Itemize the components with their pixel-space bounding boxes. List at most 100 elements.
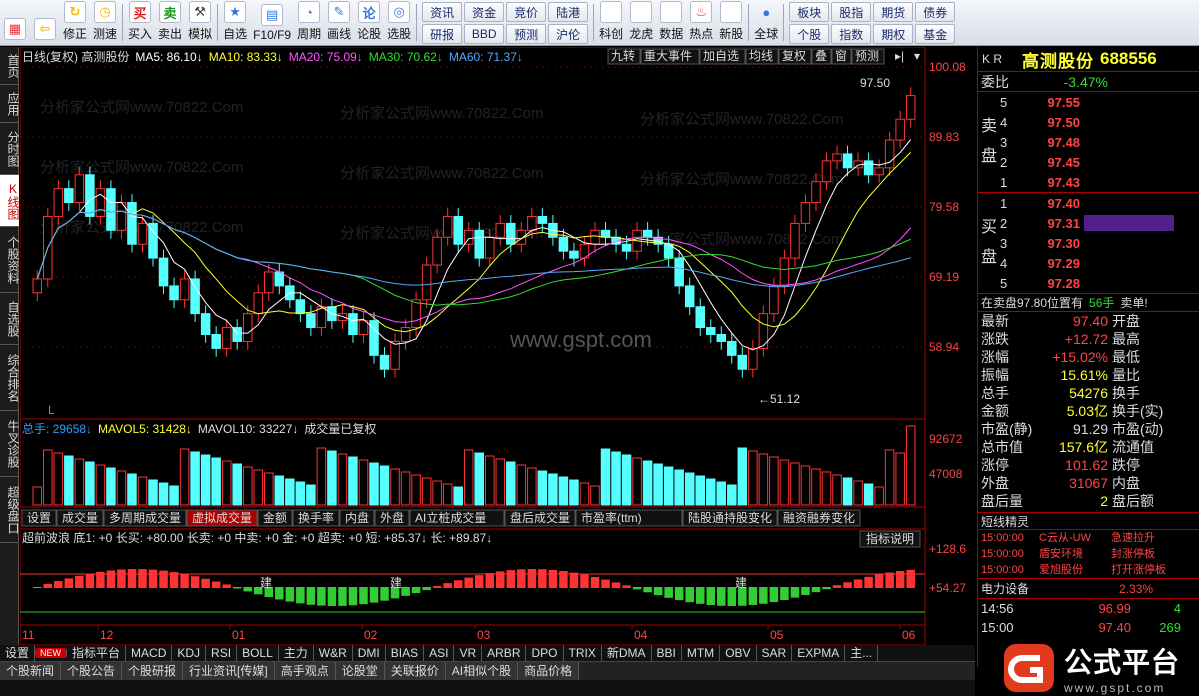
indicator-tab[interactable]: OBV bbox=[720, 645, 757, 661]
toolbar-back-arrow-button[interactable]: ⇦ bbox=[30, 0, 60, 45]
side-tab[interactable]: 分时图 bbox=[0, 123, 20, 175]
side-tab[interactable]: 超级盘口 bbox=[0, 477, 20, 543]
indicator-tab[interactable]: NEW bbox=[35, 648, 68, 658]
news-row[interactable]: 15:00:00 爱旭股份 打开涨停板 bbox=[978, 562, 1199, 578]
side-tab[interactable]: K线图 bbox=[0, 175, 20, 227]
stat-value: 15.61% bbox=[1060, 367, 1108, 383]
news-row[interactable]: 15:00:00 C云从-UW 急速拉升 bbox=[978, 530, 1199, 546]
indicator-tab[interactable]: BIAS bbox=[386, 645, 425, 661]
toolbar-grid-button[interactable]: 资讯 bbox=[422, 2, 463, 22]
news-row[interactable]: 15:00:00 盾安环境 封涨停板 bbox=[978, 546, 1199, 562]
candle-body bbox=[421, 264, 432, 301]
side-tab[interactable]: 自选股 bbox=[0, 293, 20, 345]
side-tab[interactable]: 综合排名 bbox=[0, 345, 20, 411]
toolbar-grid-button[interactable]: 研报 bbox=[422, 24, 463, 44]
indicator-tab[interactable]: ASI bbox=[424, 645, 455, 661]
news-title[interactable]: 短线精灵 bbox=[978, 512, 1199, 530]
toolbar-draw-button[interactable]: ✎ 画线 bbox=[324, 0, 354, 45]
toolbar-grid-button[interactable]: ▦ bbox=[0, 0, 30, 45]
orderbook-row[interactable]: 1 97.40 bbox=[978, 193, 1199, 213]
indicator-tab[interactable]: VR bbox=[454, 645, 483, 661]
toolbar-grid-button[interactable]: BBD bbox=[464, 24, 505, 44]
indicator-bar bbox=[548, 569, 558, 588]
toolbar-globe-button[interactable]: ● 全球 bbox=[751, 0, 781, 45]
toolbar-grid-button[interactable]: 预测 bbox=[506, 24, 547, 44]
info-tab[interactable]: 高手观点 bbox=[274, 662, 336, 680]
chart-canvas[interactable]: 分析家公式网www.70822.Com 分析家公式网www.70822.Com 分析… bbox=[20, 47, 975, 645]
indicator-tab[interactable]: BBI bbox=[652, 645, 682, 661]
indicator-tab[interactable]: W&R bbox=[314, 645, 353, 661]
indicator-tab[interactable]: ARBR bbox=[482, 645, 527, 661]
side-tab[interactable]: 应用 bbox=[0, 85, 20, 123]
indicator-tab[interactable]: 指标平台 bbox=[67, 645, 127, 661]
toolbar-star-button[interactable]: ★ 自选 bbox=[220, 0, 250, 45]
toolbar-hot-button[interactable]: ♨ 热点 bbox=[686, 0, 716, 45]
toolbar-grid-button[interactable]: 债券 bbox=[915, 2, 956, 22]
toolbar-grid-button[interactable]: 基金 bbox=[915, 24, 956, 44]
toolbar-speed-test-button[interactable]: ◷ 测速 bbox=[90, 0, 120, 45]
volume-tab-label: 陆股通持股变化 bbox=[688, 510, 772, 525]
side-tab[interactable]: 牛叉诊股 bbox=[0, 411, 20, 477]
info-tab[interactable]: 关联报价 bbox=[384, 662, 446, 680]
orderbook-row[interactable]: 4 97.50 bbox=[978, 112, 1199, 132]
info-tab[interactable]: 商品价格 bbox=[518, 662, 580, 680]
toolbar-science-board-button[interactable]: ◫ 科创 bbox=[596, 0, 626, 45]
toolbar-buy-button[interactable]: 买买入 bbox=[125, 0, 155, 45]
orderbook-row[interactable]: 3 97.48 bbox=[978, 132, 1199, 152]
kline-chart[interactable]: 分析家公式网www.70822.Com 分析家公式网www.70822.Com 分析… bbox=[20, 47, 975, 645]
indicator-tab[interactable]: 主力 bbox=[279, 645, 314, 661]
toolbar-data-button[interactable]: PE 数据 bbox=[656, 0, 686, 45]
toolbar-grid-button[interactable]: 指数 bbox=[831, 24, 872, 44]
toolbar-stock-forum-button[interactable]: 论论股 bbox=[354, 0, 384, 45]
toolbar-stock-picker-button[interactable]: ◎ 选股 bbox=[384, 0, 414, 45]
indicator-tab[interactable]: 主... bbox=[845, 645, 879, 661]
toolbar-dragon-tiger-button[interactable]: 龙龙虎 bbox=[626, 0, 656, 45]
orderbook-row[interactable]: 5 97.28 bbox=[978, 273, 1199, 293]
indicator-tab[interactable]: MTM bbox=[682, 645, 721, 661]
toolbar-grid-button[interactable]: 资金 bbox=[464, 2, 505, 22]
indicator-tab[interactable]: TRIX bbox=[564, 645, 602, 661]
indicator-tab[interactable]: KDJ bbox=[172, 645, 207, 661]
indicator-tab[interactable]: 新DMA bbox=[602, 645, 652, 661]
toolbar-grid-button[interactable]: 竞价 bbox=[506, 2, 547, 22]
toolbar-grid-button[interactable]: 股指 bbox=[831, 2, 872, 22]
toolbar-simulate-button[interactable]: ⚒ 模拟 bbox=[185, 0, 215, 45]
expand-icon[interactable]: ▸| bbox=[895, 49, 904, 63]
info-tab[interactable]: 行业资讯[传媒] bbox=[183, 662, 275, 680]
indicator-tab[interactable]: EXPMA bbox=[792, 645, 846, 661]
toolbar-repair-button[interactable]: ↻ 修正 bbox=[60, 0, 90, 45]
indicator-tab[interactable]: SAR bbox=[757, 645, 793, 661]
info-tab[interactable]: AI相似个股 bbox=[445, 662, 519, 680]
toolbar-grid-button[interactable]: 期货 bbox=[873, 2, 914, 22]
indicator-tab[interactable]: DMI bbox=[353, 645, 386, 661]
toolbar-grid-button[interactable]: 沪伦 bbox=[548, 24, 589, 44]
candle-body bbox=[137, 222, 148, 245]
toolbar-f10-button[interactable]: ▤ F10/F9 bbox=[250, 0, 294, 45]
orderbook-row[interactable]: 2 97.45 bbox=[978, 152, 1199, 172]
orderbook-row[interactable]: 4 97.29 bbox=[978, 253, 1199, 273]
indicator-tab[interactable]: DPO bbox=[526, 645, 564, 661]
indicator-tab[interactable]: RSI bbox=[206, 645, 238, 661]
indicator-tab[interactable]: BOLL bbox=[237, 645, 279, 661]
orderbook-row[interactable]: 1 97.43 bbox=[978, 172, 1199, 192]
orderbook-row[interactable]: 5 97.55 bbox=[978, 92, 1199, 112]
info-tab[interactable]: 论股堂 bbox=[335, 662, 385, 680]
toolbar-sell-button[interactable]: 卖卖出 bbox=[155, 0, 185, 45]
toolbar-grid-button[interactable]: 个股 bbox=[789, 24, 830, 44]
orderbook-row[interactable]: 3 97.30 bbox=[978, 233, 1199, 253]
toolbar-period-button[interactable]: ◔ 周期 bbox=[294, 0, 324, 45]
sector-row[interactable]: 电力设备 2.33% bbox=[978, 578, 1199, 598]
toolbar-grid-button[interactable]: 板块 bbox=[789, 2, 830, 22]
indicator-tab[interactable]: MACD bbox=[126, 645, 173, 661]
side-tab[interactable]: 首页 bbox=[0, 47, 20, 85]
info-tab[interactable]: 个股研报 bbox=[122, 662, 184, 680]
info-tab[interactable]: 个股公告 bbox=[61, 662, 123, 680]
info-tab[interactable]: 个股新闻 bbox=[0, 662, 62, 680]
side-tab[interactable]: 个股资料 bbox=[0, 227, 20, 293]
toolbar-grid-button[interactable]: 期权 bbox=[873, 24, 914, 44]
toolbar-ipo-button[interactable]: ▯ 新股 bbox=[716, 0, 746, 45]
orderbook-row[interactable]: 2 97.31 bbox=[978, 213, 1199, 233]
toolbar-grid-button[interactable]: 陆港 bbox=[548, 2, 589, 22]
chevron-down-icon[interactable]: ▾ bbox=[914, 49, 920, 63]
indicator-tab[interactable]: 设置 bbox=[0, 645, 36, 661]
